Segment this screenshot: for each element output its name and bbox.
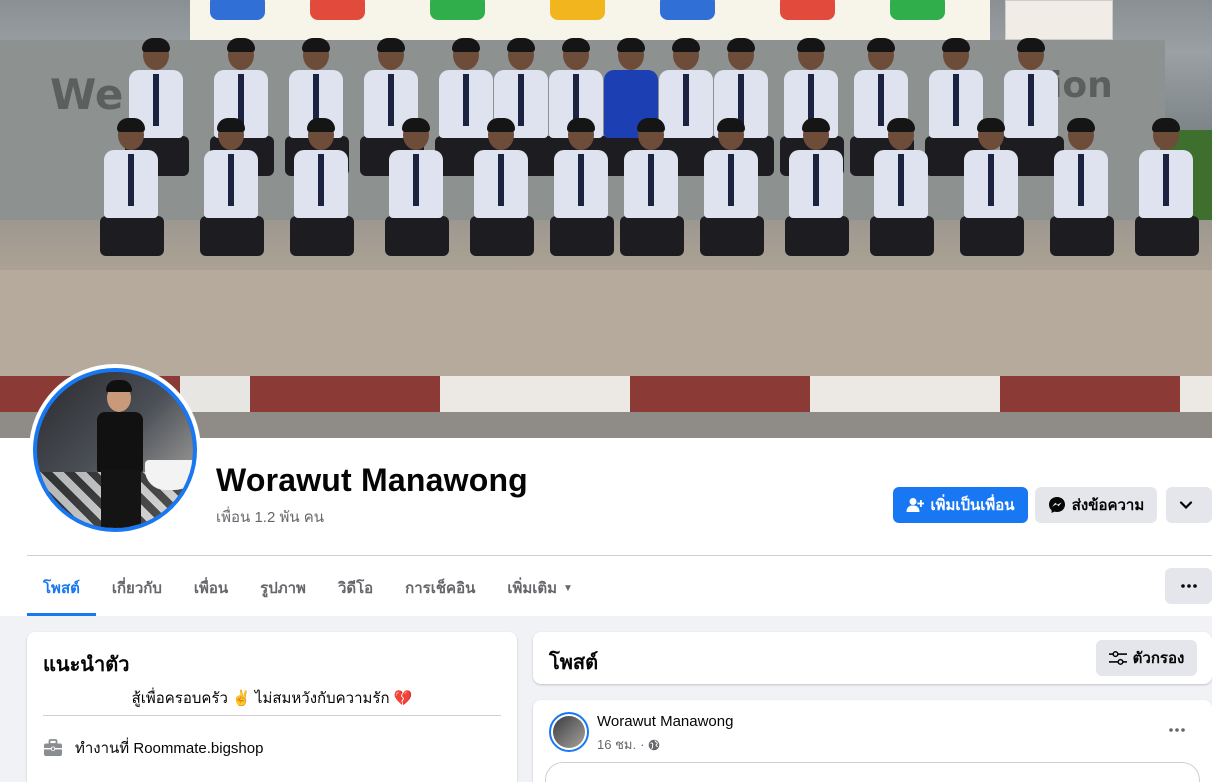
posts-title: โพสต์ [549, 652, 599, 674]
intro-work-row: ทำงานที่ Roommate.bigshop [43, 736, 263, 760]
curb-segment [440, 376, 630, 416]
intro-card: แนะนำตัว สู้เพื่อครอบครัว ✌️ ไม่สมหวังกั… [27, 632, 517, 782]
tab-checkins[interactable]: การเช็คอิน [389, 560, 491, 616]
posts-header-card: โพสต์ ตัวกรอง [533, 632, 1212, 684]
profile-name: Worawut Manawong [216, 462, 528, 498]
tab-videos[interactable]: วิดีโอ [322, 560, 389, 616]
globe-icon [649, 739, 660, 750]
tab-label: เพิ่มเติม [507, 580, 558, 597]
profile-tabs: โพสต์ เกี่ยวกับ เพื่อน รูปภาพ วิดีโอ การ… [27, 560, 589, 616]
tab-label: โพสต์ [43, 580, 80, 597]
post-meta: 16 ชม. · [597, 734, 660, 755]
curb-segment [250, 376, 440, 416]
post-author-avatar[interactable] [549, 712, 589, 752]
messenger-icon [1048, 497, 1065, 513]
more-horizontal-icon [1169, 728, 1185, 732]
tab-label: การเช็คอิน [405, 580, 476, 597]
cover-group-photo [40, 35, 1200, 295]
post-meta-separator: · [640, 737, 645, 752]
tab-label: เพื่อน [193, 580, 229, 597]
cover-sign [1005, 0, 1113, 40]
more-horizontal-icon [1180, 584, 1197, 588]
message-label: ส่งข้อความ [1071, 497, 1145, 514]
intro-title: แนะนำตัว [43, 654, 130, 676]
post-options-button[interactable] [1159, 716, 1195, 744]
add-friend-button[interactable]: เพิ่มเป็นเพื่อน [893, 487, 1028, 523]
intro-work-text[interactable]: ทำงานที่ Roommate.bigshop [75, 736, 263, 760]
post-content-box [545, 762, 1200, 782]
filter-label: ตัวกรอง [1132, 650, 1185, 667]
curb-segment [630, 376, 810, 416]
tab-posts[interactable]: โพสต์ [27, 560, 96, 616]
friends-count[interactable]: เพื่อน 1.2 พัน คน [216, 505, 324, 529]
tab-friends[interactable]: เพื่อน [178, 560, 244, 616]
profile-options-button[interactable] [1166, 487, 1212, 523]
add-friend-label: เพิ่มเป็นเพื่อน [930, 497, 1015, 514]
curb-segment [1000, 376, 1180, 416]
curb-segment [810, 376, 1000, 416]
person-plus-icon [906, 498, 925, 512]
tab-label: วิดีโอ [337, 580, 374, 597]
caret-down-icon: ▼ [563, 582, 573, 594]
tab-about[interactable]: เกี่ยวกับ [96, 560, 178, 616]
message-button[interactable]: ส่งข้อความ [1035, 487, 1157, 523]
filter-button[interactable]: ตัวกรอง [1096, 640, 1197, 676]
post-card: Worawut Manawong 16 ชม. · [533, 700, 1212, 782]
chevron-down-icon [1179, 501, 1193, 510]
post-author-name[interactable]: Worawut Manawong [597, 713, 733, 730]
header-divider [27, 555, 1212, 556]
tab-photos[interactable]: รูปภาพ [244, 560, 322, 616]
intro-divider [43, 715, 501, 716]
tab-label: เกี่ยวกับ [111, 580, 162, 597]
briefcase-icon [44, 739, 62, 756]
tab-label: รูปภาพ [260, 580, 306, 597]
filter-sliders-icon [1108, 651, 1127, 665]
profile-picture[interactable] [29, 364, 201, 536]
intro-bio: สู้เพื่อครอบครัว ✌️ ไม่สมหวังกับความรัก … [131, 690, 413, 707]
tab-more[interactable]: เพิ่มเติม ▼ [491, 560, 589, 616]
more-options-button[interactable] [1165, 568, 1212, 604]
curb-segment [1180, 376, 1212, 416]
profile-picture-image [33, 368, 197, 532]
post-time[interactable]: 16 ชม. [597, 734, 636, 755]
